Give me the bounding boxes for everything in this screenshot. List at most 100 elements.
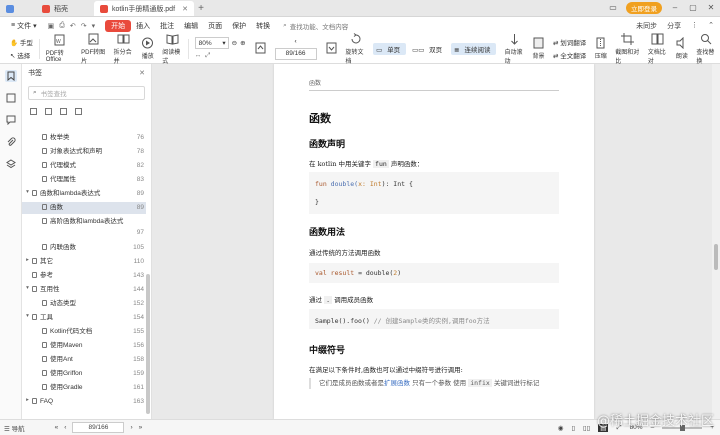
menu-protect[interactable]: 保护 [227,21,251,31]
bookmark-item[interactable]: ▸ 其它 110 [22,256,146,268]
bookmark-item[interactable]: 使用Ant 158 [22,354,146,366]
thumbnail-icon[interactable] [5,92,17,104]
next-page-icon[interactable]: › [130,424,132,431]
bookmark-item[interactable]: ▾ 互用性 144 [22,284,146,296]
minimize-icon[interactable]: – [670,3,680,12]
more-icon[interactable]: ▾ [92,22,96,30]
panel-scrollbar[interactable] [146,274,150,414]
bookmark-item[interactable]: ▾ 工具 154 [22,312,146,324]
screenshot-compare-button[interactable]: 截图和对比 [611,32,644,65]
bookmark-search-input[interactable]: ⌕ 书签查找 [28,86,145,100]
auto-scroll-button[interactable]: 自动滚动 [500,33,528,65]
bookmark-item[interactable]: 代理模式 82 [22,160,146,172]
undo-icon[interactable]: ↶ [70,22,76,30]
hand-tool[interactable]: ✋ 手型 [10,37,33,47]
zoom-in-icon[interactable]: ⊕ [240,39,245,47]
menu-page[interactable]: 页面 [203,21,227,31]
bookmark-item[interactable]: 使用Maven 156 [22,340,146,352]
expand-bookmark-icon[interactable] [60,108,67,115]
new-tab-button[interactable]: + [194,1,208,16]
background-button[interactable]: 背景 [528,37,549,60]
find-replace-button[interactable]: 查找替换 [692,33,720,65]
maximize-icon[interactable]: ▢ [688,3,698,12]
close-icon[interactable]: ✕ [182,5,188,13]
first-page-button[interactable] [250,42,271,56]
single-page-button[interactable]: ▭ 单页 [373,42,407,55]
rotate-button[interactable]: 旋转文档 [342,32,370,65]
share-button[interactable]: 分享 [667,21,681,31]
bookmark-item[interactable]: 高阶函数和lambda表达式 97 [22,216,146,238]
bookmark-item[interactable]: 使用Griffon 159 [22,368,146,380]
fit-page-icon[interactable]: ⤢ [205,52,210,60]
first-page-icon[interactable]: « [55,424,59,431]
double-page-button[interactable]: ▭▭ 双页 [409,43,448,55]
close-window-icon[interactable]: ✕ [706,3,716,12]
login-button[interactable]: 立即登录 [626,1,662,14]
menu-convert[interactable]: 转换 [251,21,275,31]
tab-pdf-document[interactable]: kotlin手册精通版.pdf ✕ [94,1,194,16]
translate-full-button[interactable]: ⇄ 全文翻译 [553,50,586,60]
menu-edit[interactable]: 编辑 [179,21,203,31]
translate-word-button[interactable]: ⇄ 划词翻译 [553,37,586,47]
previous-page-icon[interactable]: ‹ [64,424,66,431]
chevron-down-icon[interactable]: ▾ [24,285,31,291]
collapse-ribbon-icon[interactable]: ⌃ [708,21,714,31]
single-page-view-icon[interactable]: ▯ [571,424,575,432]
print-icon[interactable]: ⎙ [59,22,65,30]
file-menu[interactable]: ≡ 文件 ▾ [6,21,42,31]
scrollbar-thumb[interactable] [714,244,718,270]
page-number-input[interactable]: 89/166 [274,47,317,60]
menu-comment[interactable]: 批注 [155,21,179,31]
bookmark-item[interactable]: ▾ 函数和lambda表达式 89 [22,188,146,200]
bookmark-item[interactable]: 使用Gradle 161 [22,382,146,394]
tab-home[interactable] [0,1,36,16]
document-compare-button[interactable]: 文档比对 [644,33,672,65]
select-tool[interactable]: ↖ 选择 [10,50,33,60]
bookmark-item[interactable]: ▸ FAQ 163 [22,396,146,408]
previous-page-icon[interactable]: ‹ [294,38,296,45]
tab-docer[interactable]: 稻壳 [36,1,94,16]
bookmark-item[interactable]: 内联函数 105 [22,242,146,254]
window-list-icon[interactable]: ▭ [608,3,618,12]
pdf-to-office-button[interactable]: W PDF转Office [42,34,77,63]
collapse-bookmark-icon[interactable] [75,108,82,115]
bookmark-item[interactable]: Kotlin代码文档 155 [22,326,146,338]
sync-status[interactable]: 未同步 [636,21,657,31]
read-mode-button[interactable]: 阅读模式 [158,33,186,65]
menu-start[interactable]: 开始 [105,19,132,32]
document-scrollbar[interactable] [712,64,720,419]
extension-function-link[interactable]: 扩展函数 [384,379,410,387]
last-page-icon[interactable]: » [139,424,143,431]
bookmark-icon[interactable] [4,70,17,82]
bookmark-item[interactable]: 函数 89 [22,202,146,214]
remove-bookmark-icon[interactable] [45,108,52,115]
bookmark-item[interactable]: 动态类型 152 [22,298,146,310]
play-button[interactable]: 播放 [137,37,158,60]
chevron-right-icon[interactable]: ▸ [24,397,31,403]
feature-search[interactable]: ⌕ 查找功能、文档内容 [283,21,348,31]
attachment-icon[interactable] [5,136,17,148]
chevron-down-icon[interactable]: ▾ [24,313,31,319]
close-icon[interactable]: ✕ [139,69,145,77]
save-icon[interactable]: ▣ [48,22,55,30]
double-page-view-icon[interactable]: ▯▯ [583,424,590,432]
split-merge-button[interactable]: 拆分合并 [110,33,138,65]
menu-insert[interactable]: 插入 [131,21,155,31]
redo-icon[interactable]: ↷ [81,22,87,30]
layer-icon[interactable] [5,158,17,170]
bookmark-item[interactable]: 对象表达式和声明 78 [22,146,146,158]
comment-icon[interactable] [5,114,17,126]
fit-width-icon[interactable]: ↔ [195,52,202,60]
zoom-select[interactable]: 80% ▾ [194,37,229,49]
continuous-read-button[interactable]: ≣ 连续阅读 [451,42,497,55]
pdf-to-image-button[interactable]: PDF转图片 [77,33,110,65]
zoom-out-icon[interactable]: ⊖ [232,39,237,47]
read-aloud-button[interactable]: 朗读 [671,37,692,60]
next-page-button[interactable] [321,42,342,56]
nav-toggle[interactable]: ☰ 导航 [4,423,25,433]
add-bookmark-icon[interactable] [30,108,37,115]
chevron-down-icon[interactable]: ▾ [24,189,31,195]
more-options-icon[interactable]: ⋮ [691,21,698,31]
status-page-input[interactable]: 89/166 [72,422,125,433]
chevron-right-icon[interactable]: ▸ [24,257,31,263]
